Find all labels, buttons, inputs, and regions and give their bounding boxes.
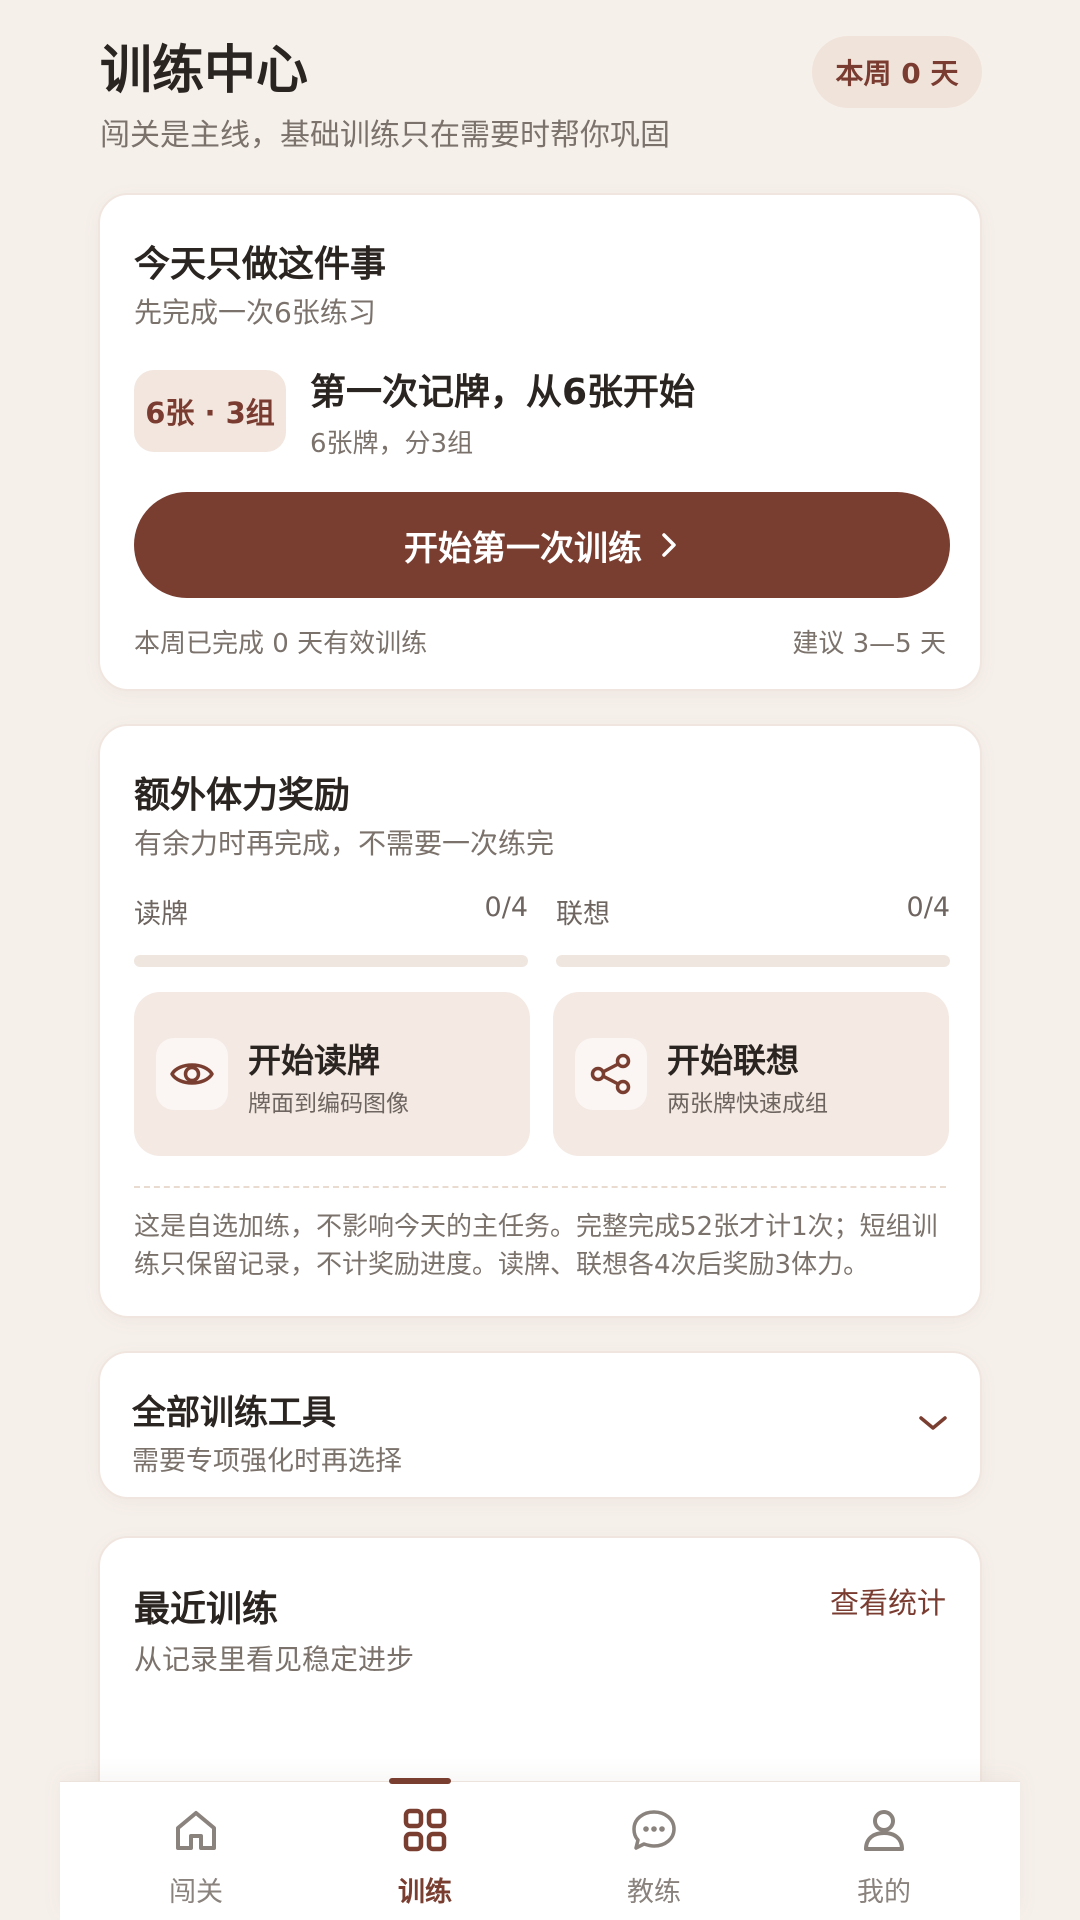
nav-label: 教练 bbox=[627, 1877, 681, 1908]
grid-icon bbox=[403, 1808, 447, 1852]
today-card-subtitle: 先完成一次6张练习 bbox=[134, 296, 376, 329]
progress-track bbox=[134, 955, 528, 967]
nav-label: 训练 bbox=[398, 1877, 452, 1908]
nav-item-levels[interactable]: 闯关 bbox=[96, 1782, 296, 1920]
task-subtitle: 6张牌，分3组 bbox=[310, 429, 474, 459]
tile-subtitle: 牌面到编码图像 bbox=[248, 1091, 409, 1117]
progress-track bbox=[556, 955, 950, 967]
task-title: 第一次记牌，从6张开始 bbox=[310, 372, 696, 413]
start-reading-button[interactable]: 开始读牌 牌面到编码图像 bbox=[134, 992, 530, 1156]
tile-subtitle: 两张牌快速成组 bbox=[667, 1091, 828, 1117]
tile-title: 开始联想 bbox=[667, 1041, 799, 1080]
tile-title: 开始读牌 bbox=[248, 1041, 380, 1080]
recent-card-title: 最近训练 bbox=[134, 1589, 279, 1630]
tools-card-title: 全部训练工具 bbox=[132, 1393, 336, 1433]
week-days-badge: 本周 0 天 bbox=[812, 36, 982, 108]
active-tab-indicator bbox=[389, 1778, 451, 1784]
nav-item-profile[interactable]: 我的 bbox=[784, 1782, 984, 1920]
progress-value: 0/4 bbox=[484, 892, 528, 923]
progress-label: 联想 bbox=[556, 899, 610, 930]
share-icon bbox=[575, 1038, 647, 1110]
reading-progress: 读牌 0/4 bbox=[134, 892, 528, 967]
nav-label: 闯关 bbox=[169, 1877, 223, 1908]
chevron-right-icon bbox=[662, 533, 676, 557]
chat-icon bbox=[632, 1810, 676, 1850]
tools-card-subtitle: 需要专项强化时再选择 bbox=[132, 1446, 402, 1477]
week-completed-text: 本周已完成 0 天有效训练 bbox=[134, 629, 428, 659]
bottom-nav: 闯关 训练 教练 我的 bbox=[60, 1778, 1020, 1920]
today-task-card: 今天只做这件事 先完成一次6张练习 6张 · 3组 第一次记牌，从6张开始 6张… bbox=[98, 193, 982, 691]
training-center-page: 训练中心 闯关是主线，基础训练只在需要时帮你巩固 本周 0 天 今天只做这件事 … bbox=[0, 0, 1080, 1920]
all-tools-toggle[interactable]: 全部训练工具 需要专项强化时再选择 bbox=[98, 1351, 982, 1499]
home-icon bbox=[176, 1811, 216, 1850]
dashed-divider bbox=[134, 1186, 946, 1188]
task-size-chip: 6张 · 3组 bbox=[134, 370, 286, 452]
bonus-card-title: 额外体力奖励 bbox=[134, 775, 351, 816]
recent-card-subtitle: 从记录里看见稳定进步 bbox=[134, 1643, 415, 1676]
today-card-title: 今天只做这件事 bbox=[134, 244, 387, 285]
page-subtitle: 闯关是主线，基础训练只在需要时帮你巩固 bbox=[100, 118, 670, 153]
start-button-label: 开始第一次训练 bbox=[404, 528, 642, 569]
start-first-training-button[interactable]: 开始第一次训练 bbox=[134, 492, 950, 598]
bonus-rules-note: 这是自选加练，不影响今天的主任务。完整完成52张才计1次；短组训练只保留记录，不… bbox=[134, 1212, 938, 1280]
start-association-button[interactable]: 开始联想 两张牌快速成组 bbox=[553, 992, 949, 1156]
page-header: 训练中心 闯关是主线，基础训练只在需要时帮你巩固 本周 0 天 bbox=[100, 36, 982, 156]
progress-value: 0/4 bbox=[906, 892, 950, 923]
nav-label: 我的 bbox=[857, 1877, 911, 1908]
suggested-days-text: 建议 3—5 天 bbox=[792, 629, 946, 659]
association-progress: 联想 0/4 bbox=[556, 892, 950, 967]
nav-item-training[interactable]: 训练 bbox=[325, 1778, 525, 1920]
chevron-down-icon bbox=[919, 1416, 947, 1430]
user-icon bbox=[864, 1810, 904, 1851]
eye-icon bbox=[156, 1038, 228, 1110]
bonus-stamina-card: 额外体力奖励 有余力时再完成，不需要一次练完 读牌 0/4 联想 0/4 开始读… bbox=[98, 724, 982, 1318]
view-stats-link[interactable]: 查看统计 bbox=[830, 1580, 946, 1622]
bonus-card-subtitle: 有余力时再完成，不需要一次练完 bbox=[134, 827, 555, 860]
progress-label: 读牌 bbox=[134, 899, 188, 930]
nav-item-coach[interactable]: 教练 bbox=[554, 1782, 754, 1920]
